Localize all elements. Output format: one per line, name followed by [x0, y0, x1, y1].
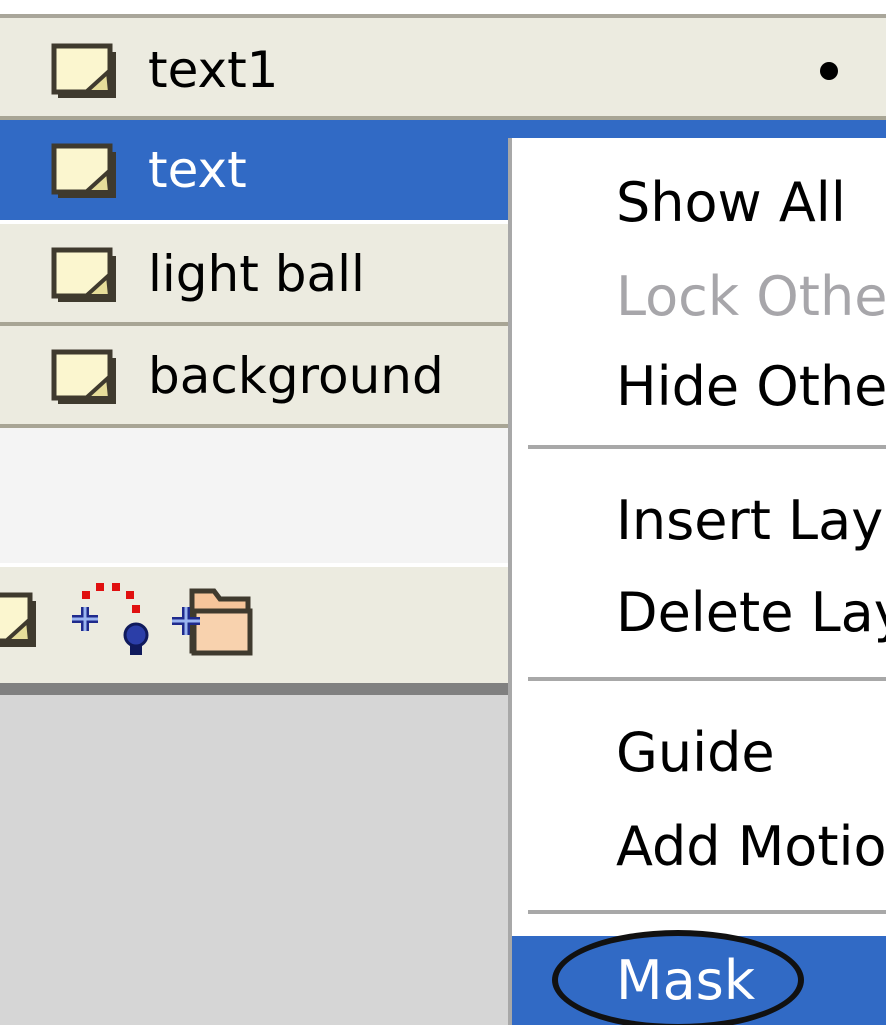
layer-icon	[50, 242, 122, 306]
visibility-dot-icon[interactable]	[820, 62, 838, 80]
layer-row-text1[interactable]: text1	[0, 18, 886, 120]
insert-layer-icon[interactable]	[0, 587, 42, 651]
layer-name: background	[148, 347, 444, 405]
menu-item-label: Hide Other	[616, 355, 886, 418]
menu-separator	[528, 677, 886, 681]
menu-separator	[528, 445, 886, 449]
layer-icon	[50, 38, 122, 102]
layer-name: text	[148, 141, 247, 199]
layer-icon	[50, 138, 122, 202]
layer-context-menu: Show All Lock Other Hide Other Insert La…	[508, 138, 886, 1025]
menu-item-insert-layer[interactable]: Insert Lay	[512, 476, 886, 566]
menu-item-label: Mask	[616, 949, 756, 1012]
menu-item-hide-others[interactable]: Hide Other	[512, 342, 886, 432]
menu-item-label: Show All	[616, 171, 846, 234]
menu-item-show-all[interactable]: Show All	[512, 158, 886, 248]
menu-item-label: Insert Lay	[616, 489, 884, 552]
insert-layer-folder-icon[interactable]	[168, 581, 260, 663]
layer-name: light ball	[148, 245, 365, 303]
menu-item-label: Add Motion	[616, 815, 886, 878]
timeline-top-border	[0, 0, 886, 18]
menu-item-label: Lock Other	[616, 265, 886, 328]
menu-item-add-motion-guide[interactable]: Add Motion	[512, 802, 886, 892]
menu-item-mask[interactable]: Mask	[512, 930, 886, 1025]
add-motion-guide-icon[interactable]	[68, 579, 160, 661]
menu-item-label: Guide	[616, 721, 775, 784]
menu-separator	[528, 910, 886, 914]
menu-item-label: Delete Lay	[616, 581, 886, 644]
layer-icon	[50, 344, 122, 408]
menu-item-delete-layer[interactable]: Delete Lay	[512, 568, 886, 658]
layer-name: text1	[148, 41, 279, 99]
menu-item-guide[interactable]: Guide	[512, 708, 886, 798]
menu-item-lock-others: Lock Other	[512, 252, 886, 342]
